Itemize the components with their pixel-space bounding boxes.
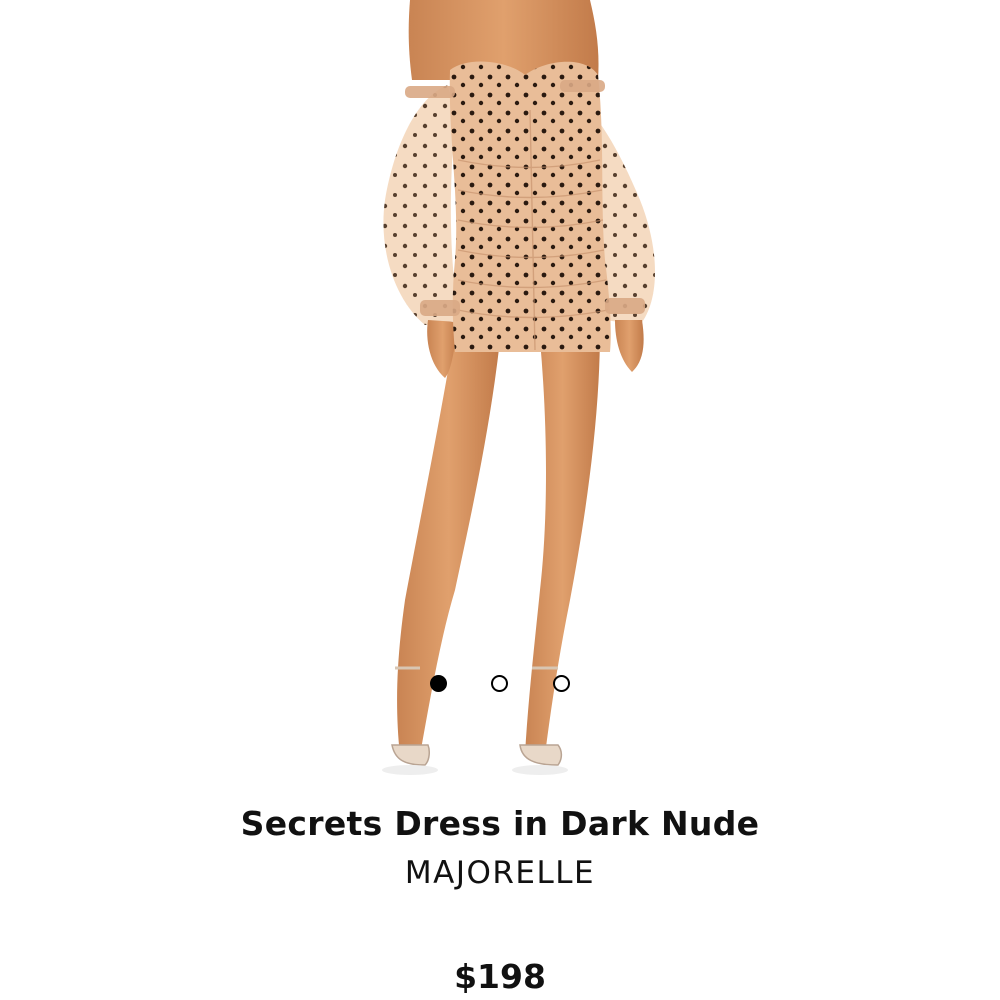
product-price: $198 — [454, 957, 546, 996]
product-page: Secrets Dress in Dark Nude MAJORELLE $19… — [0, 0, 1000, 1000]
carousel-dot-2[interactable] — [491, 675, 508, 692]
product-photo[interactable] — [0, 0, 1000, 790]
product-title: Secrets Dress in Dark Nude — [240, 804, 760, 843]
carousel-dot-3[interactable] — [553, 675, 570, 692]
carousel-dot-1[interactable] — [430, 675, 447, 692]
product-image-gallery[interactable] — [0, 0, 1000, 790]
carousel-indicators — [0, 673, 1000, 697]
product-brand[interactable]: MAJORELLE — [0, 855, 1000, 891]
